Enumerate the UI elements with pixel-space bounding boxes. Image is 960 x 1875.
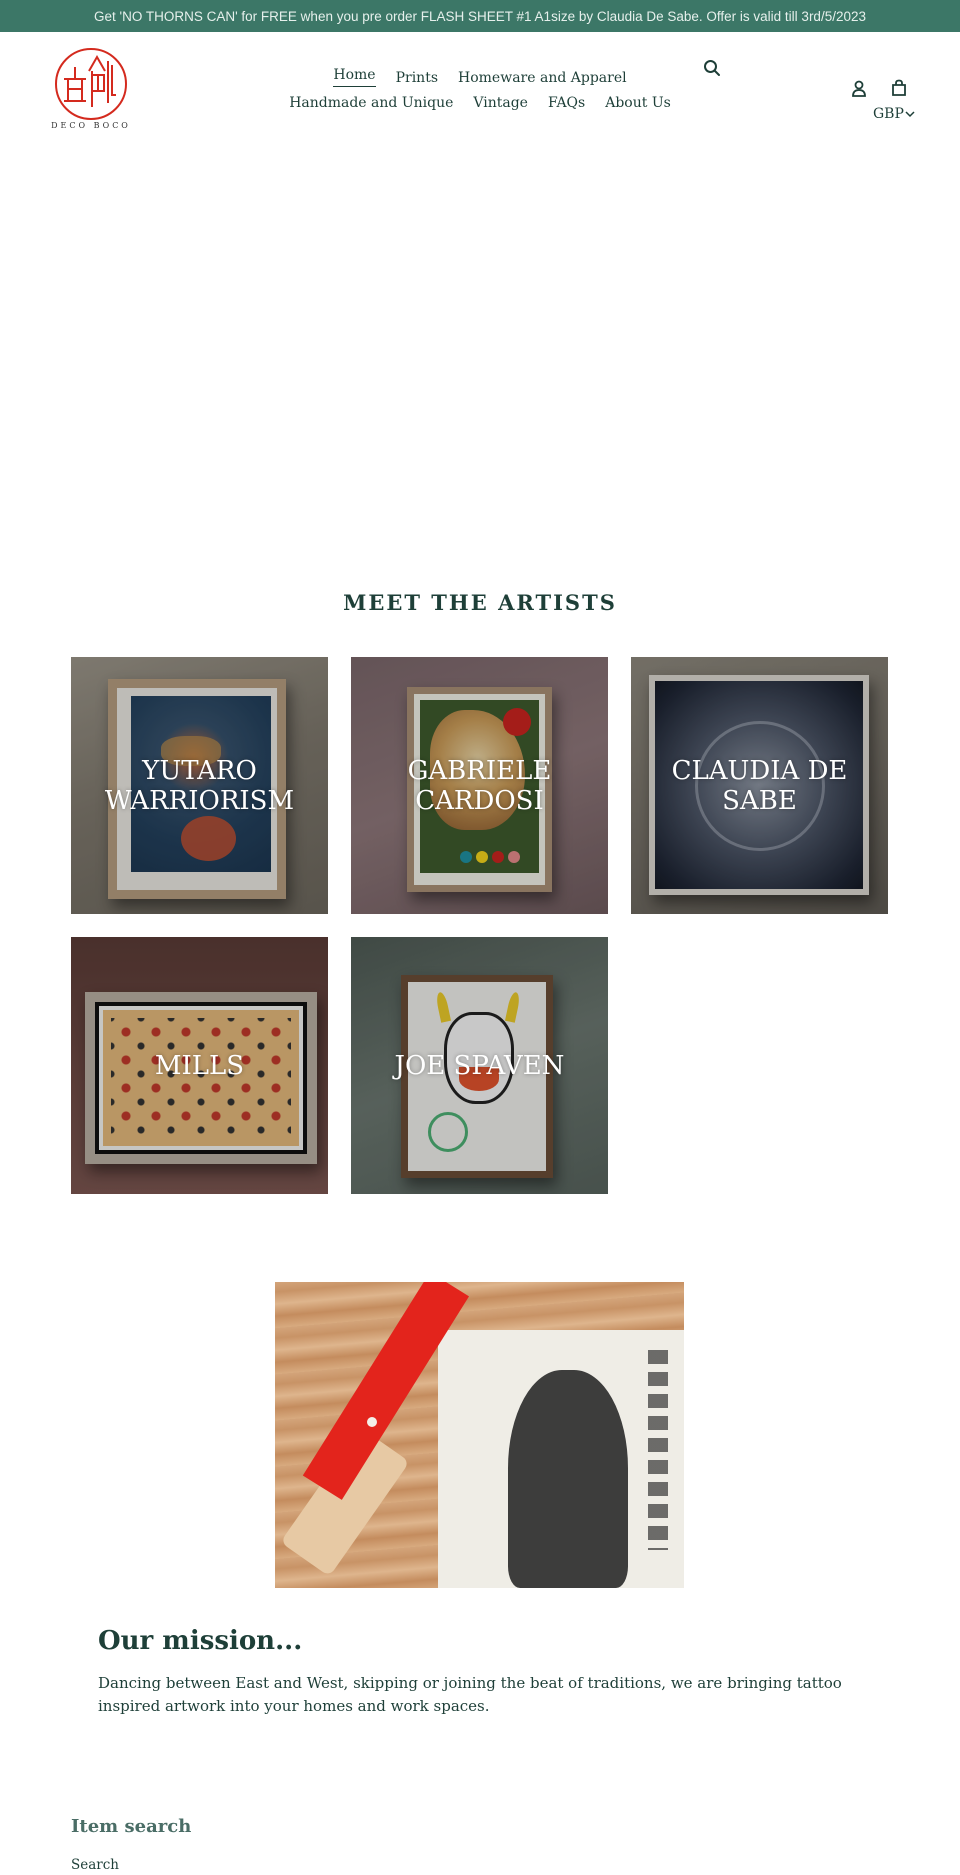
nav-item-about-us[interactable]: About Us (605, 91, 671, 116)
cart-button[interactable] (888, 77, 910, 99)
currency-value: GBP (873, 106, 904, 122)
search-button[interactable] (700, 56, 724, 80)
artist-name: YUTARO WARRIORISM (104, 755, 295, 816)
main-nav: Home Prints Homeware and Apparel Handmad… (260, 66, 700, 116)
artist-tile-claudia-de-sabe[interactable]: CLAUDIA DE SABE (631, 657, 888, 914)
nav-item-handmade-and-unique[interactable]: Handmade and Unique (289, 91, 453, 116)
logo-text: DECO BOCO (51, 121, 131, 130)
nav-row-2: Handmade and Unique Vintage FAQs About U… (260, 91, 700, 116)
cart-icon (892, 79, 906, 96)
footer-links: Search (71, 1857, 119, 1873)
nav-item-vintage[interactable]: Vintage (473, 91, 528, 116)
artist-name: CLAUDIA DE SABE (671, 755, 848, 816)
nav-row-1: Home Prints Homeware and Apparel (260, 66, 700, 91)
mission-image (275, 1282, 684, 1588)
currency-selector[interactable]: GBP (873, 106, 915, 122)
artist-name: GABRIELE CARDOSI (407, 755, 552, 816)
account-icon (852, 80, 866, 97)
nav-item-prints[interactable]: Prints (396, 66, 438, 91)
mission-title: Our mission... (98, 1626, 303, 1656)
footer-item-search-title: Item search (71, 1816, 192, 1837)
artist-tile-joe-spaven[interactable]: JOE SPAVEN (351, 937, 608, 1194)
footer-link-search[interactable]: Search (71, 1857, 119, 1873)
nav-item-home[interactable]: Home (333, 66, 376, 87)
search-icon (704, 60, 720, 76)
mission-text: Dancing between East and West, skipping … (98, 1674, 842, 1715)
artist-tile-mills[interactable]: MILLS (71, 937, 328, 1194)
announcement-bar: Get 'NO THORNS CAN' for FREE when you pr… (0, 0, 960, 32)
nav-item-faqs[interactable]: FAQs (548, 91, 585, 116)
artist-tile-yutaro-warriorism[interactable]: YUTARO WARRIORISM (71, 657, 328, 914)
chevron-down-icon (905, 111, 915, 118)
account-button[interactable] (848, 78, 870, 100)
artist-name: MILLS (154, 1050, 245, 1081)
meet-the-artists-title: MEET THE ARTISTS (343, 590, 617, 615)
announcement-text: Get 'NO THORNS CAN' for FREE when you pr… (94, 8, 866, 24)
logo[interactable]: DECO BOCO (42, 45, 140, 137)
artist-tile-gabriele-cardosi[interactable]: GABRIELE CARDOSI (351, 657, 608, 914)
nav-item-homeware-and-apparel[interactable]: Homeware and Apparel (458, 66, 627, 91)
artist-name: JOE SPAVEN (394, 1050, 565, 1081)
logo-seal-icon (55, 48, 127, 120)
